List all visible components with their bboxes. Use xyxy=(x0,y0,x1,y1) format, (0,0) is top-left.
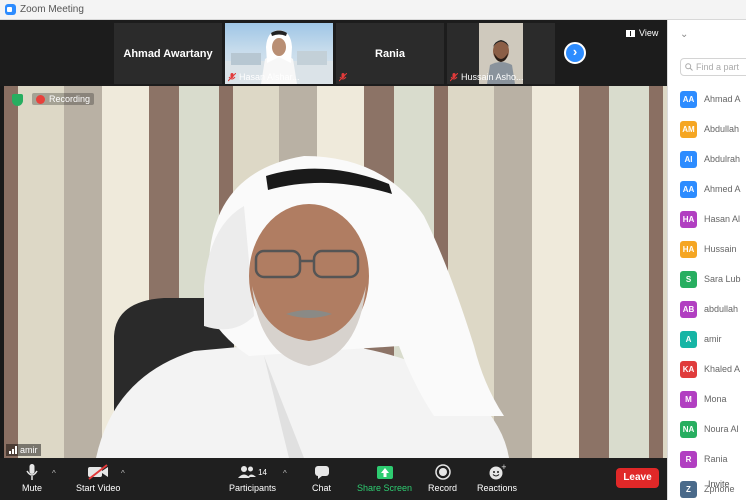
thumbnail-strip: Ahmad Awartany Hasan Alshar... Rania Hus… xyxy=(0,20,667,86)
participant-avatar: AM xyxy=(680,120,697,138)
video-tile-ahmad[interactable]: Ahmad Awartany xyxy=(114,23,222,84)
active-speaker-video: Recording amir xyxy=(4,86,667,458)
participant-name: abdullah xyxy=(704,304,739,314)
participant-list-item[interactable]: AA Ahmed A xyxy=(680,174,741,204)
participant-name: Hasan Al xyxy=(704,214,741,224)
record-button[interactable]: Record xyxy=(428,462,457,493)
participant-name: Abdullah xyxy=(704,124,740,134)
mute-button[interactable]: Mute xyxy=(22,462,42,493)
participant-avatar: NA xyxy=(680,420,697,438)
participant-avatar: AB xyxy=(680,300,697,318)
participant-name: Ahmad A xyxy=(704,94,741,104)
view-grid-icon xyxy=(626,29,635,37)
video-off-icon xyxy=(88,464,109,480)
audio-options-caret-icon[interactable]: ^ xyxy=(52,469,56,478)
leave-button[interactable]: Leave xyxy=(616,468,659,488)
participant-list-item[interactable]: S Sara Lub xyxy=(680,264,741,294)
video-tile-rania[interactable]: Rania xyxy=(336,23,444,84)
video-tile-hasan[interactable]: Hasan Alshar... xyxy=(225,23,333,84)
participant-name: Hussain xyxy=(704,244,737,254)
participant-list-item[interactable]: HA Hussain xyxy=(680,234,741,264)
recording-indicator[interactable]: Recording xyxy=(32,93,95,105)
microphone-icon xyxy=(26,464,38,480)
record-icon xyxy=(434,464,451,480)
mic-muted-icon xyxy=(339,73,347,82)
tile-caption: Hussain Asho... xyxy=(450,72,524,82)
participant-avatar: AI xyxy=(680,150,697,168)
participant-avatar: HA xyxy=(680,210,697,228)
participant-avatar: R xyxy=(680,450,697,468)
participant-list-item[interactable]: KA Khaled A xyxy=(680,354,741,384)
share-screen-button[interactable]: Share Screen xyxy=(357,462,412,493)
participant-name: Ahmed A xyxy=(704,184,741,194)
title-bar: Zoom Meeting xyxy=(0,0,746,20)
audio-level-icon xyxy=(9,446,17,454)
svg-text:+: + xyxy=(501,464,506,471)
video-tile-hussain[interactable]: Hussain Asho... xyxy=(447,23,555,84)
participant-name: Sara Lub xyxy=(704,274,741,284)
encryption-shield-icon[interactable] xyxy=(12,94,23,106)
participants-panel: ⌄ Find a part AA Ahmad A AM Abdullah AI Abdul… xyxy=(667,20,746,500)
participant-avatar: S xyxy=(680,270,697,288)
participant-avatar: Z xyxy=(680,480,697,498)
participant-name: Mona xyxy=(704,394,727,404)
meeting-controls: Mute ^ Start Video ^ 14 Participants ^ C… xyxy=(0,458,667,500)
participant-name: Khaled A xyxy=(704,364,741,374)
tile-name: Ahmad Awartany xyxy=(123,47,213,60)
zoom-app-icon xyxy=(5,4,16,15)
collapse-panel-chevron-icon[interactable]: ⌄ xyxy=(680,29,688,40)
participant-avatar: HA xyxy=(680,240,697,258)
participants-count: 14 xyxy=(258,467,267,477)
speaker-name-label: amir xyxy=(6,444,41,456)
mic-muted-icon xyxy=(450,72,458,81)
start-video-button[interactable]: Start Video xyxy=(76,462,120,493)
participant-avatar: M xyxy=(680,390,697,408)
participants-options-caret-icon[interactable]: ^ xyxy=(283,469,287,478)
tile-caption xyxy=(339,73,347,82)
participant-list-item[interactable]: NA Noura Al xyxy=(680,414,741,444)
window-title: Zoom Meeting xyxy=(20,4,84,15)
tile-caption: Hasan Alshar... xyxy=(228,72,300,82)
participant-list-item[interactable]: AI Abdulrah xyxy=(680,144,741,174)
next-page-button[interactable]: › xyxy=(564,42,586,64)
participant-name: Noura Al xyxy=(704,424,739,434)
reactions-button[interactable]: + Reactions xyxy=(477,462,517,493)
participant-list-item[interactable]: AA Ahmad A xyxy=(680,84,741,114)
participant-avatar: AA xyxy=(680,180,697,198)
mic-muted-icon xyxy=(228,72,236,81)
chat-button[interactable]: Chat xyxy=(312,462,331,493)
participant-list: AA Ahmad A AM Abdullah AI Abdulrah AA Ahmed A HA… xyxy=(680,84,741,500)
participant-list-item[interactable]: Aamir xyxy=(680,324,741,354)
invite-button[interactable]: Invite xyxy=(708,479,730,489)
participant-list-item[interactable]: AB abdullah xyxy=(680,294,741,324)
participants-icon xyxy=(238,466,257,478)
recording-dot-icon xyxy=(36,94,45,104)
participant-avatar: AA xyxy=(680,90,697,108)
share-screen-icon xyxy=(376,465,393,479)
reactions-smiley-icon: + xyxy=(489,464,506,480)
participant-name: Abdulrah xyxy=(704,154,741,164)
video-options-caret-icon[interactable]: ^ xyxy=(121,469,125,478)
speaker-figure xyxy=(96,156,509,458)
search-icon xyxy=(685,63,693,71)
participant-list-item[interactable]: AM Abdullah xyxy=(680,114,741,144)
participant-list-item[interactable]: R Rania xyxy=(680,444,741,474)
participants-button[interactable]: 14 Participants xyxy=(229,462,276,493)
tile-name: Rania xyxy=(375,47,405,60)
participant-name: amir xyxy=(704,334,722,344)
participant-name: Rania xyxy=(704,454,728,464)
meeting-area: Ahmad Awartany Hasan Alshar... Rania Hus… xyxy=(0,20,667,500)
participant-search-input[interactable]: Find a part xyxy=(680,58,746,76)
participant-avatar: A xyxy=(680,330,697,348)
view-button[interactable]: View xyxy=(626,28,658,38)
chat-icon xyxy=(314,465,329,479)
participant-avatar: KA xyxy=(680,360,697,378)
participant-list-item[interactable]: M Mona xyxy=(680,384,741,414)
participant-list-item[interactable]: HA Hasan Al xyxy=(680,204,741,234)
